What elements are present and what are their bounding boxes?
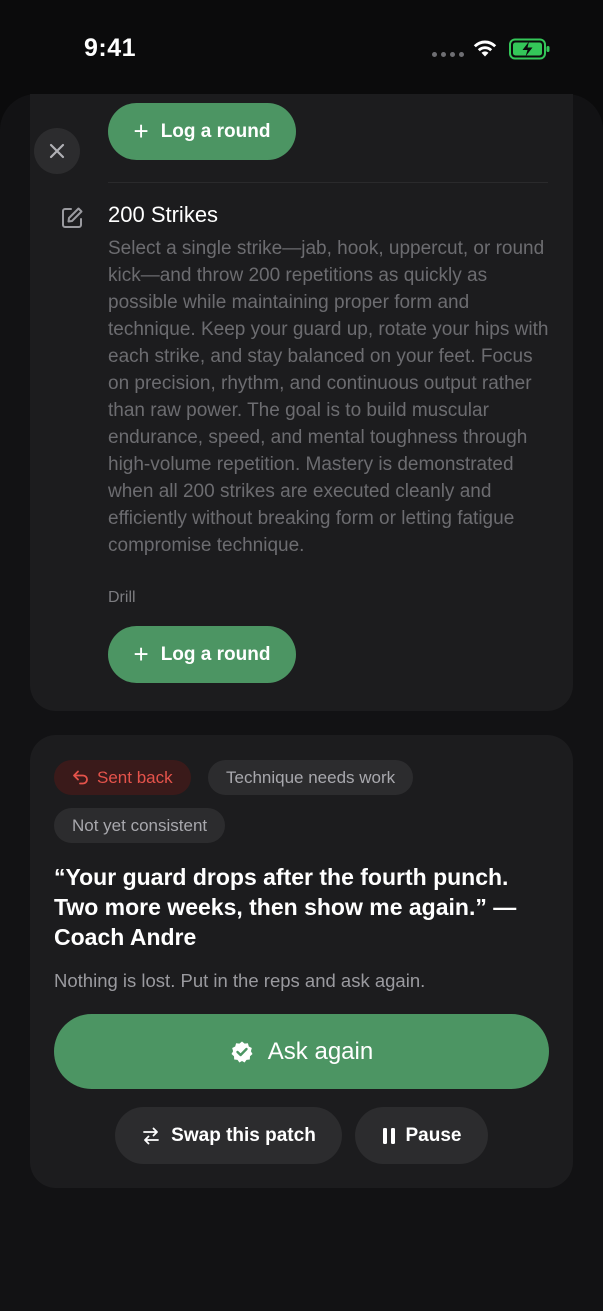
swap-label: Swap this patch <box>171 1124 316 1146</box>
swap-patch-button[interactable]: Swap this patch <box>115 1107 342 1164</box>
drill-type-label: Drill <box>108 589 136 606</box>
pause-button[interactable]: Pause <box>355 1107 488 1164</box>
divider <box>108 182 548 183</box>
log-round-label: Log a round <box>160 643 271 665</box>
close-button[interactable] <box>34 128 80 174</box>
plus-icon: + <box>133 638 149 669</box>
status-bar: 9:41 <box>0 0 603 94</box>
ask-again-label: Ask again <box>267 1037 374 1065</box>
tag-label: Not yet consistent <box>72 815 208 835</box>
edit-icon <box>62 207 83 228</box>
log-round-button[interactable]: + Log a round <box>108 626 296 683</box>
swap-arrows-icon <box>143 1127 160 1144</box>
undo-arrow-icon <box>73 770 88 785</box>
wifi-icon <box>473 40 497 57</box>
encouragement-text: Nothing is lost. Put in the reps and ask… <box>54 970 426 991</box>
sent-back-label: Sent back <box>97 767 173 787</box>
coach-quote: “Your guard drops after the fourth punch… <box>54 864 517 950</box>
pause-label: Pause <box>405 1124 462 1146</box>
drill-description: Select a single strike—jab, hook, upperc… <box>108 238 549 556</box>
close-icon <box>49 143 65 159</box>
battery-charging-icon <box>509 38 550 60</box>
plus-icon: + <box>133 115 149 146</box>
tag-chip: Technique needs work <box>208 760 414 795</box>
log-round-label: Log a round <box>160 120 271 142</box>
verified-badge-icon <box>231 1041 253 1062</box>
ask-again-button[interactable]: Ask again <box>54 1014 549 1089</box>
status-time: 9:41 <box>84 34 137 62</box>
tag-label: Technique needs work <box>226 767 396 787</box>
cellular-signal-icon <box>432 52 464 57</box>
drill-title: 200 Strikes <box>108 202 219 227</box>
pause-icon <box>382 1127 395 1144</box>
tag-chip: Not yet consistent <box>54 808 226 843</box>
sent-back-badge: Sent back <box>54 760 191 795</box>
log-round-button-top[interactable]: + Log a round <box>108 103 296 160</box>
